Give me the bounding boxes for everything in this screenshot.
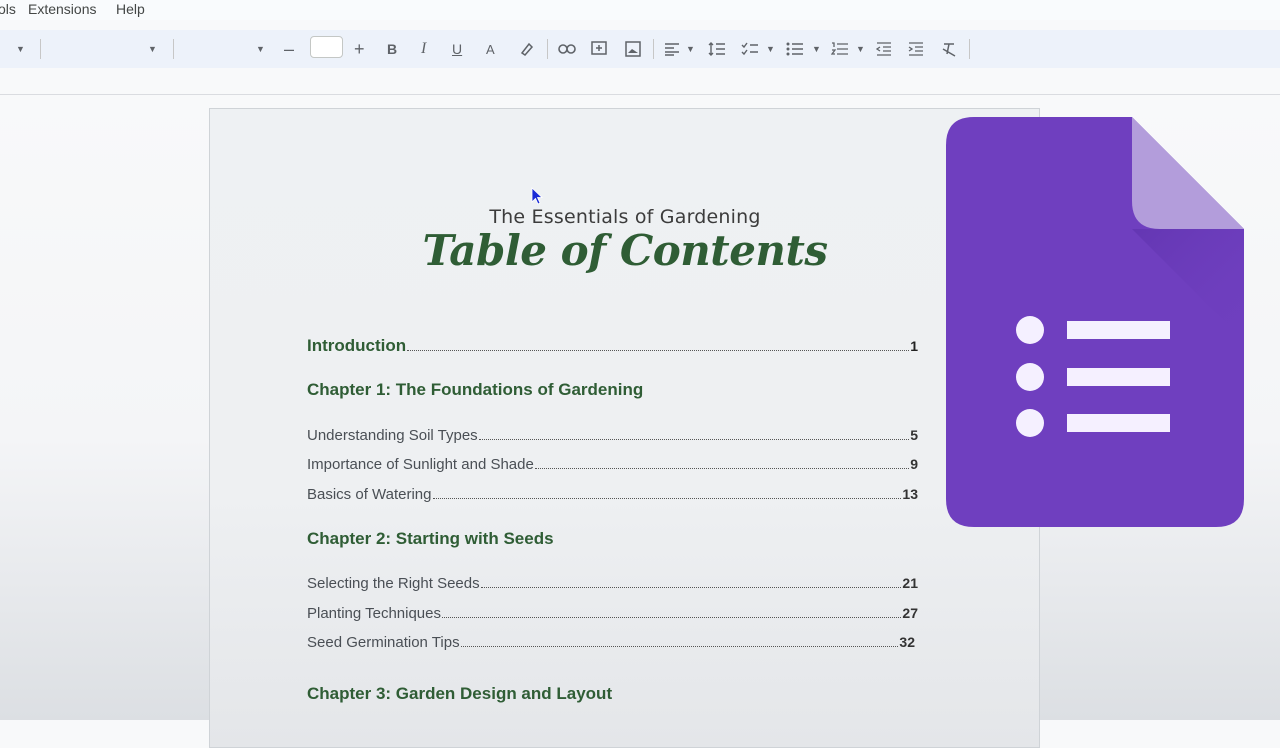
toc-page-number: 5 bbox=[910, 427, 918, 443]
toc-leader-dots bbox=[442, 616, 902, 618]
clear-formatting-icon[interactable] bbox=[941, 38, 957, 60]
toc-entry-label: Basics of Watering bbox=[307, 486, 432, 503]
toc-entry-label: Introduction bbox=[307, 336, 407, 355]
font-dropdown-caret-icon[interactable]: ▼ bbox=[256, 38, 265, 60]
add-comment-icon[interactable] bbox=[591, 38, 607, 60]
toc-entry-label: Planting Techniques bbox=[307, 605, 441, 622]
document-title: Table of Contents bbox=[422, 226, 829, 275]
insert-image-icon[interactable] bbox=[625, 38, 641, 60]
increase-indent-icon[interactable] bbox=[908, 38, 924, 60]
decrease-font-size-button[interactable]: – bbox=[284, 38, 294, 60]
toc-leader-dots bbox=[478, 438, 910, 440]
increase-font-size-button[interactable]: + bbox=[354, 38, 365, 60]
italic-button[interactable]: I bbox=[421, 38, 426, 60]
toc-entry[interactable]: Selecting the Right Seeds 21 bbox=[307, 575, 918, 592]
line-spacing-icon[interactable] bbox=[708, 38, 726, 60]
align-left-icon[interactable] bbox=[664, 38, 680, 60]
ruler bbox=[0, 68, 1280, 95]
style-dropdown-caret-icon[interactable]: ▼ bbox=[148, 38, 157, 60]
toc-chapter-heading[interactable]: Chapter 2: Starting with Seeds bbox=[307, 529, 554, 549]
numbered-list-icon[interactable] bbox=[831, 38, 849, 60]
toc-leader-dots bbox=[407, 349, 910, 351]
toc-leader-dots bbox=[460, 645, 899, 647]
toolbar-separator bbox=[40, 39, 41, 59]
decrease-indent-icon[interactable] bbox=[876, 38, 892, 60]
mouse-pointer-icon bbox=[531, 187, 543, 205]
align-dropdown-caret-icon[interactable]: ▼ bbox=[686, 38, 695, 60]
checklist-dropdown-caret-icon[interactable]: ▼ bbox=[766, 38, 775, 60]
document-subtitle: The Essentials of Gardening bbox=[489, 206, 761, 228]
toc-entry[interactable]: Planting Techniques 27 bbox=[307, 605, 918, 622]
toc-leader-dots bbox=[432, 497, 902, 499]
toc-page-number: 32 bbox=[899, 634, 915, 650]
toc-page-number: 13 bbox=[902, 486, 918, 502]
numbered-dropdown-caret-icon[interactable]: ▼ bbox=[856, 38, 865, 60]
menu-bar: ols Extensions Help bbox=[0, 0, 1280, 20]
menu-extensions[interactable]: Extensions bbox=[28, 1, 96, 17]
toc-entry-label: Understanding Soil Types bbox=[307, 427, 478, 444]
toolbar-separator bbox=[969, 39, 970, 59]
underline-button[interactable]: U bbox=[452, 38, 462, 60]
toc-leader-dots bbox=[534, 467, 910, 469]
toc-page-number: 9 bbox=[910, 456, 918, 472]
font-size-input[interactable] bbox=[310, 36, 343, 58]
insert-link-icon[interactable] bbox=[558, 38, 576, 60]
toc-entry[interactable]: Importance of Sunlight and Shade 9 bbox=[307, 456, 918, 473]
menu-tools[interactable]: ols bbox=[0, 1, 16, 17]
zoom-dropdown-caret-icon[interactable]: ▼ bbox=[16, 38, 25, 60]
toolbar-separator bbox=[173, 39, 174, 59]
highlight-pen-icon[interactable] bbox=[519, 38, 535, 60]
toc-entry[interactable]: Seed Germination Tips 32 bbox=[307, 634, 915, 651]
toc-page-number: 21 bbox=[902, 575, 918, 591]
toc-entry[interactable]: Understanding Soil Types 5 bbox=[307, 427, 918, 444]
toc-chapter-heading[interactable]: Chapter 1: The Foundations of Gardening bbox=[307, 380, 643, 400]
toc-leader-dots bbox=[480, 586, 902, 588]
toc-entry-label: Importance of Sunlight and Shade bbox=[307, 456, 534, 473]
checklist-icon[interactable] bbox=[741, 38, 759, 60]
toc-chapter-heading[interactable]: Chapter 3: Garden Design and Layout bbox=[307, 684, 612, 704]
bold-button[interactable]: B bbox=[387, 38, 397, 60]
toolbar-separator bbox=[653, 39, 654, 59]
menu-help[interactable]: Help bbox=[116, 1, 145, 17]
toc-entry-label: Seed Germination Tips bbox=[307, 634, 460, 651]
toc-page-number: 1 bbox=[910, 338, 918, 354]
bullet-dropdown-caret-icon[interactable]: ▼ bbox=[812, 38, 821, 60]
toc-page-number: 27 bbox=[902, 605, 918, 621]
text-color-button[interactable]: A bbox=[486, 38, 495, 60]
google-forms-icon bbox=[946, 117, 1244, 527]
toc-entry-introduction[interactable]: Introduction 1 bbox=[307, 336, 918, 356]
toc-entry[interactable]: Basics of Watering 13 bbox=[307, 486, 918, 503]
bulleted-list-icon[interactable] bbox=[786, 38, 804, 60]
toolbar: ▼ ▼ ▼ – + B I U A ▼ ▼ ▼ ▼ bbox=[0, 30, 1280, 68]
toc-entry-label: Selecting the Right Seeds bbox=[307, 575, 480, 592]
toolbar-separator bbox=[547, 39, 548, 59]
